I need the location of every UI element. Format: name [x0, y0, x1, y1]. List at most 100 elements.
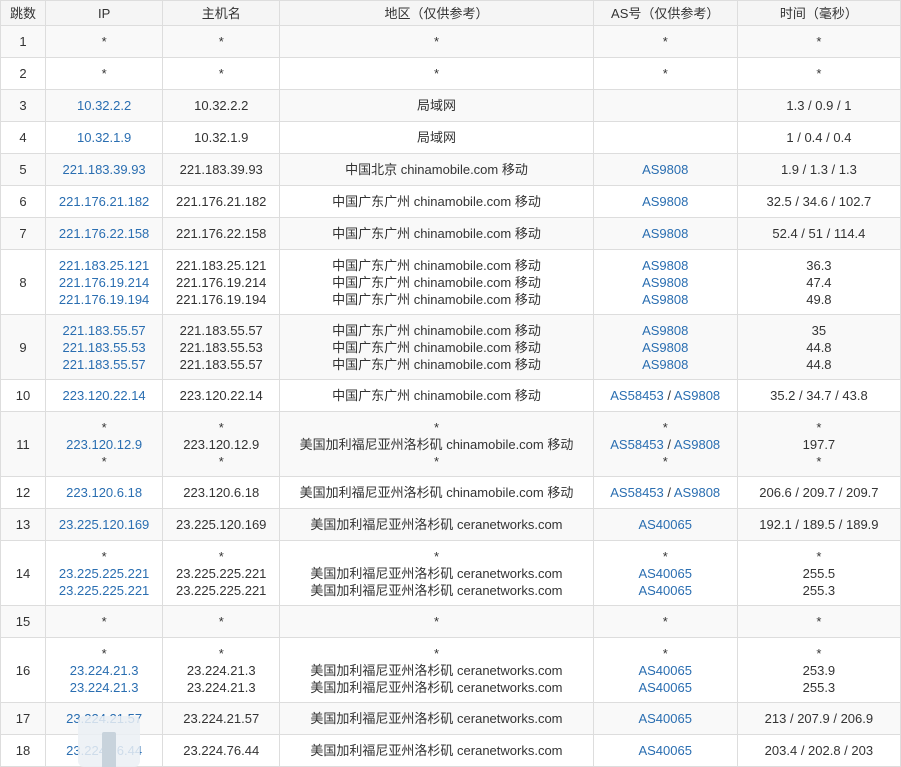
ip-link[interactable]: 221.183.39.93 — [46, 161, 162, 178]
as-separator: / — [663, 485, 674, 500]
table-row: 16 * 23.224.21.3 23.224.21.3 * 23.224.21.3 23.… — [0, 637, 901, 703]
as-link[interactable]: AS58453 — [610, 388, 664, 403]
header-hostname: 主机名 — [162, 0, 281, 26]
region-cell: * 美国加利福尼亚州洛杉矶 ceranetworks.com 美国加利福尼亚州洛杉矶… — [279, 540, 594, 606]
time-cell-lines: 1.9 / 1.3 / 1.3 — [738, 161, 900, 178]
ip-link[interactable]: 221.183.55.57 — [46, 356, 162, 373]
region-cell-lines: * — [280, 65, 592, 82]
as-cell: * — [592, 25, 738, 58]
as-link[interactable]: AS9808 — [642, 258, 688, 273]
as-link[interactable]: AS40065 — [638, 680, 692, 695]
ip-link[interactable]: 23.224.21.3 — [46, 679, 162, 696]
region-value: 中国北京 chinamobile.com 移动 — [345, 162, 528, 177]
hostname-cell-lines: 221.176.21.182 — [163, 193, 279, 210]
hostname-cell: 23.224.21.57 — [162, 702, 281, 735]
ip-link[interactable]: 10.32.2.2 — [46, 97, 162, 114]
ip-value: * — [101, 548, 107, 564]
ip-cell-lines: 221.183.39.93 — [46, 161, 162, 178]
as-cell — [592, 89, 738, 122]
time-value: 1.3 / 0.9 / 1 — [786, 98, 852, 113]
as-link[interactable]: AS9808 — [642, 226, 688, 241]
hostname-cell: * — [162, 605, 281, 638]
as-link[interactable]: AS58453 — [610, 485, 664, 500]
ip-cell: * — [45, 25, 164, 58]
as-cell: AS40065 — [592, 702, 738, 735]
region-cell: * 美国加利福尼亚州洛杉矶 ceranetworks.com 美国加利福尼亚州洛杉矶… — [279, 637, 594, 703]
region-cell: 中国广东广州 chinamobile.com 移动 — [279, 185, 594, 218]
region-cell: * — [279, 25, 594, 58]
as-link[interactable]: AS9808 — [674, 388, 720, 403]
as-link[interactable]: AS9808 — [642, 357, 688, 372]
ip-link[interactable]: 23.225.225.221 — [46, 582, 162, 599]
as-cell-lines: * AS40065 AS40065 — [594, 645, 737, 696]
as-cell-lines: AS40065 — [594, 742, 737, 759]
hostname-value: * — [218, 34, 224, 49]
as-link[interactable]: AS9808 — [642, 323, 688, 338]
ip-link[interactable]: 223.120.6.18 — [46, 484, 162, 501]
time-cell-lines: 35 44.8 44.8 — [738, 322, 900, 373]
as-cell: AS40065 — [592, 508, 738, 541]
as-value: AS40065 — [594, 662, 737, 679]
ip-link[interactable]: 221.176.19.214 — [46, 274, 162, 291]
as-link[interactable]: AS9808 — [642, 194, 688, 209]
time-value: 192.1 / 189.5 / 189.9 — [759, 517, 879, 532]
time-cell-lines: 203.4 / 202.8 / 203 — [738, 742, 900, 759]
as-link[interactable]: AS9808 — [642, 340, 688, 355]
hop-number: 8 — [0, 249, 47, 315]
ip-cell-lines: * — [46, 65, 162, 82]
as-value: * — [662, 453, 668, 469]
hostname-value: 23.224.21.3 — [186, 679, 256, 695]
time-cell: * 253.9 255.3 — [736, 637, 901, 703]
as-link[interactable]: AS40065 — [638, 663, 692, 678]
as-link[interactable]: AS40065 — [638, 517, 692, 532]
ip-link[interactable]: 23.225.225.221 — [46, 565, 162, 582]
as-cell-lines: AS9808 AS9808 AS9808 — [594, 322, 737, 373]
table-row: 8 221.183.25.121 221.176.19.214 221.176.19.… — [0, 249, 901, 315]
as-link[interactable]: AS40065 — [638, 566, 692, 581]
ip-value: * — [101, 645, 107, 661]
ip-link[interactable]: 221.176.19.194 — [46, 291, 162, 308]
as-value: AS58453 / AS9808 — [594, 387, 737, 404]
time-cell: * — [736, 605, 901, 638]
ip-link[interactable]: 223.120.22.14 — [46, 387, 162, 404]
as-value: * — [662, 645, 668, 661]
as-link[interactable]: AS9808 — [674, 485, 720, 500]
ip-link[interactable]: 23.225.120.169 — [46, 516, 162, 533]
time-cell: 1 / 0.4 / 0.4 — [736, 121, 901, 154]
region-cell-lines: * — [280, 33, 592, 50]
ip-link[interactable]: 223.120.12.9 — [46, 436, 162, 453]
region-value: 美国加利福尼亚州洛杉矶 chinamobile.com 移动 — [299, 485, 574, 500]
time-value: 47.4 — [806, 274, 832, 290]
ip-cell-lines: * 23.224.21.3 23.224.21.3 — [46, 645, 162, 696]
as-link[interactable]: AS58453 — [610, 437, 664, 452]
time-value: 35 — [811, 322, 827, 338]
ip-link[interactable]: 221.183.55.57 — [46, 322, 162, 339]
hostname-cell: 221.183.39.93 — [162, 153, 281, 186]
as-value: AS9808 — [594, 322, 737, 339]
time-value: * — [816, 419, 822, 435]
as-link[interactable]: AS40065 — [638, 743, 692, 758]
region-cell-lines: 美国加利福尼亚州洛杉矶 chinamobile.com 移动 — [280, 484, 592, 501]
as-link[interactable]: AS9808 — [642, 162, 688, 177]
as-link[interactable]: AS40065 — [638, 711, 692, 726]
as-link[interactable]: AS40065 — [638, 583, 692, 598]
region-value: * — [433, 548, 439, 564]
hostname-value: 23.224.21.3 — [186, 662, 256, 678]
as-cell-lines: AS58453 / AS9808 — [594, 484, 737, 501]
region-value: 中国广东广州 chinamobile.com 移动 — [332, 322, 541, 338]
ip-link[interactable]: 221.176.21.182 — [46, 193, 162, 210]
region-value: 美国加利福尼亚州洛杉矶 chinamobile.com 移动 — [299, 436, 574, 452]
ip-link[interactable]: 221.176.22.158 — [46, 225, 162, 242]
as-value: AS40065 — [594, 516, 737, 533]
as-cell-lines: AS40065 — [594, 710, 737, 727]
ip-link[interactable]: 221.183.55.53 — [46, 339, 162, 356]
as-link[interactable]: AS9808 — [674, 437, 720, 452]
as-link[interactable]: AS9808 — [642, 275, 688, 290]
as-link[interactable]: AS9808 — [642, 292, 688, 307]
ip-link[interactable]: 10.32.1.9 — [46, 129, 162, 146]
as-value: AS9808 — [594, 339, 737, 356]
hostname-cell-lines: 223.120.6.18 — [163, 484, 279, 501]
ip-link[interactable]: 221.183.25.121 — [46, 257, 162, 274]
ip-link[interactable]: 23.224.21.3 — [46, 662, 162, 679]
time-cell-lines: 35.2 / 34.7 / 43.8 — [738, 387, 900, 404]
